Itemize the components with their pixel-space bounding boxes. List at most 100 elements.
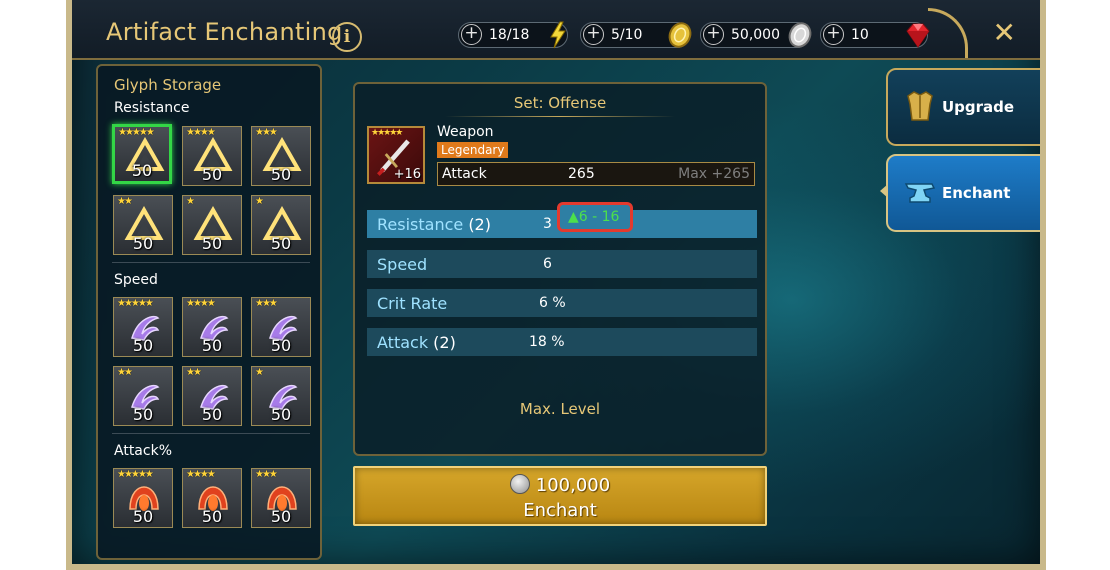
attack-glyph-4star[interactable]: ★★★★ 50 <box>182 468 242 528</box>
substat-name: Resistance <box>377 215 464 234</box>
gold-value: 5/10 <box>611 27 643 43</box>
speed-section-label: Speed <box>114 272 158 288</box>
set-divider <box>445 116 675 117</box>
glyph-count: 50 <box>201 507 223 526</box>
glyph-count: 50 <box>201 165 223 184</box>
resistance-glyph-1star-b[interactable]: ★ 50 <box>251 195 311 255</box>
glyph-count: 50 <box>201 336 223 355</box>
add-silver-button[interactable]: + <box>703 24 724 45</box>
substat-label: Crit Rate <box>377 294 448 313</box>
glyph-count: 50 <box>132 234 154 253</box>
substat-value: 18 % <box>529 334 565 350</box>
energy-bolt-icon <box>550 21 566 49</box>
gold-resource: + 5/10 <box>580 22 692 48</box>
tab-upgrade-label: Upgrade <box>942 98 1015 116</box>
substat-label: Attack (2) <box>377 333 456 352</box>
substat-count: (2) <box>468 215 491 234</box>
glyph-count: 50 <box>270 507 292 526</box>
artifact-panel: Set: Offense ★★★★★ +16 Weapon Legendary … <box>353 82 767 456</box>
anvil-icon <box>904 183 936 203</box>
gold-coin-icon <box>668 22 692 48</box>
add-gold-button[interactable]: + <box>583 24 604 45</box>
substat-value: 6 % <box>539 295 566 311</box>
glyph-count: 50 <box>270 165 292 184</box>
tab-upgrade[interactable]: Upgrade <box>886 68 1040 146</box>
section-divider <box>112 262 310 263</box>
substat-value: 6 <box>543 256 552 272</box>
substat-speed: Speed 6 <box>367 250 757 278</box>
substat-crit-rate: Crit Rate 6 % <box>367 289 757 317</box>
max-level-label: Max. Level <box>519 400 601 418</box>
info-button[interactable]: i <box>332 22 362 52</box>
enchant-roll-range: ▲6 - 16 <box>557 202 633 232</box>
speed-glyph-2star-b[interactable]: ★★ 50 <box>182 366 242 426</box>
glyph-stars: ★ <box>255 196 264 207</box>
energy-value: 18/18 <box>489 27 530 43</box>
resistance-glyph-4star[interactable]: ★★★★ 50 <box>182 126 242 186</box>
gem-value: 10 <box>851 27 869 43</box>
close-button[interactable]: ✕ <box>993 16 1016 49</box>
enchant-button[interactable]: 100,000 Enchant <box>353 466 767 526</box>
substat-count: (2) <box>433 333 456 352</box>
substat-name: Attack <box>377 333 429 352</box>
rarity-badge: Legendary <box>437 142 509 158</box>
attack-glyph-3star[interactable]: ★★★ 50 <box>251 468 311 528</box>
add-energy-button[interactable]: + <box>461 24 482 45</box>
speed-glyph-5star[interactable]: ★★★★★ 50 <box>113 297 173 357</box>
glyph-count: 50 <box>201 405 223 424</box>
substat-attack: Attack (2) 18 % <box>367 328 757 356</box>
speed-glyph-3star[interactable]: ★★★ 50 <box>251 297 311 357</box>
glyph-storage-title: Glyph Storage <box>114 76 222 94</box>
resistance-glyph-3star[interactable]: ★★★ 50 <box>251 126 311 186</box>
section-divider <box>112 433 310 434</box>
resistance-glyph-2star[interactable]: ★★ 50 <box>113 195 173 255</box>
glyph-count: 50 <box>270 336 292 355</box>
resistance-glyph-5star[interactable]: ★★★★★ 50 <box>112 124 172 184</box>
substat-label: Resistance (2) <box>377 215 491 234</box>
tab-enchant[interactable]: Enchant <box>886 154 1040 232</box>
resistance-glyph-1star[interactable]: ★ 50 <box>182 195 242 255</box>
glyph-stars: ★ <box>255 367 264 378</box>
enchant-cost: 100,000 <box>355 474 765 496</box>
main-stat-label: Attack <box>442 166 487 182</box>
header-ornament <box>928 8 968 58</box>
speed-glyph-2star[interactable]: ★★ 50 <box>113 366 173 426</box>
game-window: Artifact Enchanting i + 18/18 + 5/10 + 5… <box>66 0 1046 570</box>
glyph-count: 50 <box>132 336 154 355</box>
glyph-count: 50 <box>270 234 292 253</box>
attack-glyph-5star[interactable]: ★★★★★ 50 <box>113 468 173 528</box>
weapon-artifact-icon[interactable]: ★★★★★ +16 <box>367 126 425 184</box>
main-stat-max: Max +265 <box>678 166 750 182</box>
substat-label: Speed <box>377 255 428 274</box>
add-gems-button[interactable]: + <box>823 24 844 45</box>
silver-coin-icon <box>788 22 812 48</box>
silver-resource: + 50,000 <box>700 22 812 48</box>
artifact-level: +16 <box>393 167 421 182</box>
top-bar: Artifact Enchanting i + 18/18 + 5/10 + 5… <box>72 0 1040 60</box>
silver-coin-icon <box>509 474 530 494</box>
glyph-count: 50 <box>132 405 154 424</box>
glyph-storage-panel: Glyph Storage Resistance ★★★★★ 50 ★★★★ 5… <box>96 64 322 560</box>
substat-value: 3 <box>543 216 552 232</box>
speed-glyph-4star[interactable]: ★★★★ 50 <box>182 297 242 357</box>
set-title: Set: Offense <box>513 94 607 112</box>
main-stat-row: Attack 265 Max +265 <box>437 162 755 186</box>
gem-resource: + 10 <box>820 22 930 48</box>
glyph-stars: ★ <box>186 196 195 207</box>
glyph-count: 50 <box>132 507 154 526</box>
page-title: Artifact Enchanting <box>106 18 343 46</box>
glyph-count: 50 <box>201 234 223 253</box>
enchant-cost-value: 100,000 <box>535 475 611 496</box>
attack-section-label: Attack% <box>114 443 172 459</box>
artifact-name: Weapon <box>437 124 494 140</box>
glyph-count: 50 <box>131 161 153 180</box>
substat-resistance[interactable]: Resistance (2) 3 ▲6 - 16 <box>367 202 757 238</box>
enchant-button-label: Enchant <box>523 500 597 521</box>
main-stat-value: 265 <box>568 166 595 182</box>
armor-icon <box>907 91 933 121</box>
resistance-section-label: Resistance <box>114 100 190 116</box>
roll-range-text: ▲6 - 16 <box>568 209 620 225</box>
speed-glyph-1star[interactable]: ★ 50 <box>251 366 311 426</box>
tab-enchant-label: Enchant <box>942 184 1011 202</box>
glyph-count: 50 <box>270 405 292 424</box>
